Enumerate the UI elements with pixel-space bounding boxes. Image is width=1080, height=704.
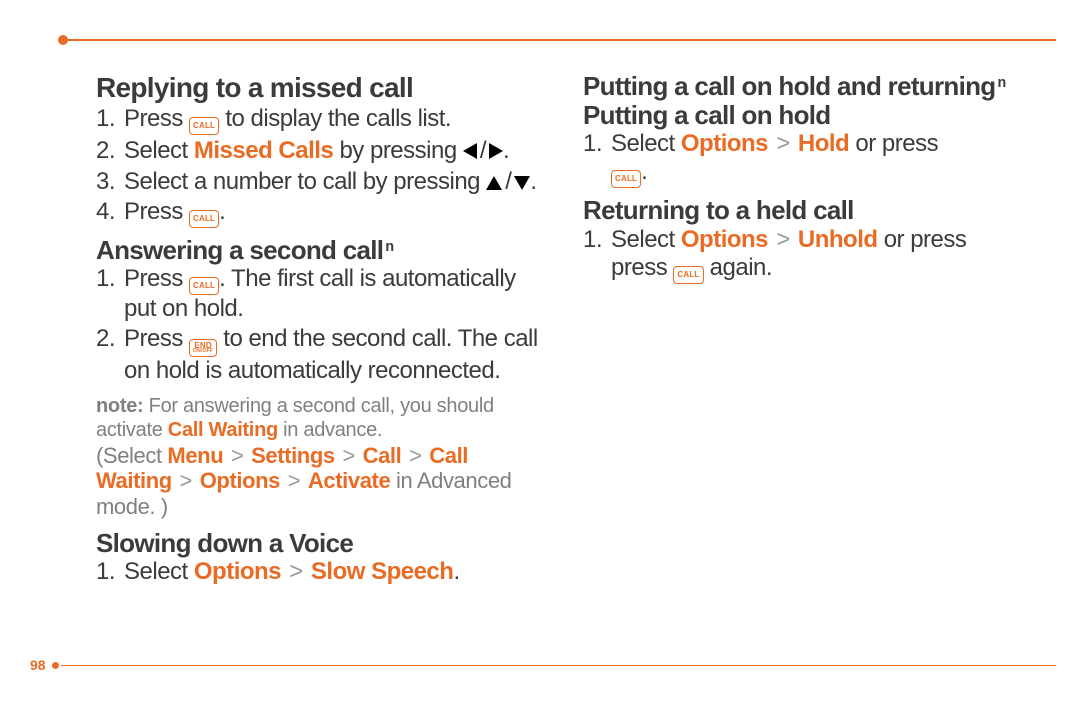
- note-call-waiting: note: For answering a second call, you s…: [96, 395, 549, 442]
- list-second: 1. Press CALL. The first call is automat…: [96, 265, 549, 387]
- nav-up-icon: [486, 176, 502, 190]
- call-key-icon: CALL: [611, 170, 641, 188]
- footnote-n-icon: n: [997, 76, 1005, 91]
- hl-missed-calls: Missed Calls: [194, 137, 333, 164]
- step-slow-1: 1. Select Options > Slow Speech.: [96, 558, 549, 588]
- parenthetical-activate-path: (Select Menu > Settings > Call > Call Wa…: [96, 443, 549, 520]
- footer: 98: [30, 657, 1056, 674]
- step-missed-3: 3. Select a number to call by pressing /…: [96, 168, 549, 198]
- footer-rule: [61, 665, 1056, 667]
- step-missed-2: 2. Select Missed Calls by pressing /.: [96, 137, 549, 167]
- list-slow: 1. Select Options > Slow Speech.: [96, 558, 549, 588]
- call-key-icon: CALL: [673, 266, 703, 284]
- call-key-icon: CALL: [189, 117, 219, 135]
- nav-right-icon: [489, 143, 503, 159]
- list-return: 1. Select Options > Unhold or press pres…: [583, 226, 1036, 286]
- step-missed-4: 4. Press CALL.: [96, 198, 549, 230]
- call-key-icon: CALL: [189, 277, 219, 295]
- hl-call-waiting: Call Waiting: [168, 419, 278, 441]
- nav-down-icon: [514, 176, 530, 190]
- heading-put-on-hold: Putting a call on hold: [583, 101, 1036, 129]
- heading-return-held: Returning to a held call: [583, 196, 1036, 224]
- content-columns: Replying to a missed call 1. Press CALL …: [96, 72, 1036, 634]
- end-key-icon: ENDON/OFF: [189, 339, 217, 357]
- step-second-1: 1. Press CALL. The first call is automat…: [96, 265, 549, 325]
- heading-replying-missed: Replying to a missed call: [96, 72, 549, 103]
- heading-hold-and-return: Putting a call on hold and returningn: [583, 72, 1036, 100]
- footer-dot-icon: [52, 662, 59, 669]
- step-second-2: 2. Press ENDON/OFF to end the second cal…: [96, 325, 549, 387]
- rule-dot-icon: [58, 35, 68, 45]
- list-hold: 1. Select Options > Hold or press CALL.: [583, 130, 1036, 190]
- heading-answering-second: Answering a second calln: [96, 236, 549, 264]
- list-missed: 1. Press CALL to display the calls list.…: [96, 105, 549, 230]
- footnote-n-icon: n: [385, 240, 393, 255]
- step-hold-1: 1. Select Options > Hold or press CALL.: [583, 130, 1036, 190]
- step-missed-1: 1. Press CALL to display the calls list.: [96, 105, 549, 137]
- heading-slow-voice: Slowing down a Voice: [96, 529, 549, 557]
- nav-left-icon: [463, 143, 477, 159]
- call-key-icon: CALL: [189, 210, 219, 228]
- top-rule: [64, 39, 1056, 41]
- page-number: 98: [30, 657, 46, 674]
- step-return-1: 1. Select Options > Unhold or press pres…: [583, 226, 1036, 286]
